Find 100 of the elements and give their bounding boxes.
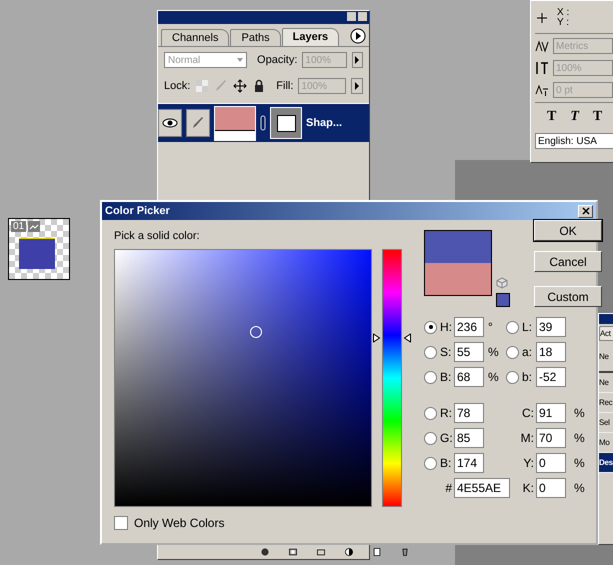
action-item[interactable]: Des [599, 453, 613, 473]
kerning-icon[interactable] [535, 39, 549, 53]
field-label: S: [440, 345, 452, 359]
image-icon [28, 221, 40, 232]
field-label: B: [440, 370, 452, 384]
opacity-arrow-button[interactable] [352, 52, 363, 68]
value-field[interactable]: 236 [454, 317, 484, 337]
radio-button[interactable] [506, 346, 519, 358]
field-label: Y: [523, 456, 535, 470]
brush-icon [191, 116, 205, 130]
color-field[interactable] [114, 249, 372, 507]
layer-thumbnail [214, 106, 256, 140]
type-style-button[interactable]: T [570, 109, 579, 125]
checkbox[interactable] [114, 516, 128, 530]
action-item[interactable]: Sel [599, 413, 613, 433]
folder-icon[interactable] [314, 547, 328, 557]
action-item[interactable]: Rec [599, 393, 613, 413]
unit-label: % [574, 406, 586, 420]
checkbox-label: Only Web Colors [134, 516, 224, 530]
document-thumbnail[interactable]: 01 [8, 218, 70, 280]
unit-label: % [488, 345, 500, 359]
slider-handle[interactable] [373, 333, 411, 342]
close-button[interactable] [578, 204, 593, 218]
field-label: B: [440, 456, 452, 470]
value-field[interactable]: 55 [454, 342, 484, 362]
brush-toggle[interactable] [186, 109, 210, 137]
close-icon [582, 207, 590, 215]
value-field[interactable]: 70 [536, 428, 566, 448]
dialog-title: Color Picker [105, 205, 170, 217]
y-label: Y : [557, 18, 570, 28]
thumbnail-number: 01 [11, 221, 26, 232]
prompt-label: Pick a solid color: [114, 230, 201, 242]
field-label: C: [522, 406, 535, 420]
value-field[interactable]: 85 [454, 428, 484, 448]
radio-button[interactable] [424, 320, 437, 334]
chain-link-icon [260, 115, 266, 131]
cube-icon[interactable] [496, 277, 508, 289]
field-label: L: [522, 320, 532, 334]
field-label: R: [440, 406, 452, 420]
play-arrow-icon [354, 56, 360, 64]
baseline-shift-icon[interactable] [535, 83, 549, 97]
color-cursor[interactable] [250, 326, 262, 338]
mask-thumbnail [270, 107, 302, 139]
panel-tab[interactable]: Layers [282, 28, 340, 46]
web-safe-swatch[interactable] [496, 293, 510, 307]
play-arrow-icon [354, 82, 360, 90]
panel-tab[interactable]: Channels [161, 29, 230, 46]
radio-button[interactable] [424, 346, 437, 358]
value-field[interactable]: 68 [454, 367, 484, 387]
hex-field[interactable]: 4E55AE [454, 478, 510, 498]
fill-label: Fill: [276, 80, 294, 92]
value-field[interactable]: 174 [454, 453, 484, 473]
radio-button[interactable] [506, 320, 519, 334]
crosshair-icon[interactable] [535, 11, 549, 25]
hex-label: # [445, 481, 453, 495]
x-label: X : [557, 8, 570, 18]
dialog-button[interactable]: OK [534, 220, 602, 241]
move-icon[interactable] [233, 79, 248, 93]
visibility-toggle[interactable] [158, 109, 182, 137]
value-field[interactable]: 18 [536, 342, 566, 362]
field-label: H: [440, 320, 452, 334]
shape-artwork [19, 238, 55, 269]
action-item[interactable]: Ne [599, 373, 613, 393]
vertical-scale-icon[interactable] [535, 61, 549, 75]
eye-icon [162, 118, 178, 128]
dialog-button[interactable]: Cancel [534, 251, 602, 272]
radio-button[interactable] [424, 456, 437, 470]
type-style-button[interactable]: T [592, 109, 602, 125]
type-style-button[interactable]: T [547, 109, 556, 125]
value-field[interactable]: -52 [536, 367, 566, 387]
radio-button[interactable] [424, 406, 437, 420]
layer-row[interactable]: Shap... [158, 103, 369, 142]
panel-tab[interactable]: Act [599, 326, 613, 341]
value-field[interactable]: 39 [536, 317, 566, 337]
unit-label: % [488, 370, 500, 384]
lock-label: Lock: [164, 80, 190, 92]
field-label: b: [522, 370, 532, 384]
unit-label: % [574, 431, 586, 445]
field-label: K: [522, 481, 535, 495]
opacity-label: Opacity: [257, 54, 298, 66]
unit-label: ° [488, 320, 494, 334]
panel-tab[interactable]: Paths [230, 29, 281, 46]
radio-button[interactable] [424, 432, 437, 444]
unit-label: % [574, 456, 586, 470]
unit-label: % [574, 481, 586, 495]
fill-arrow-button[interactable] [351, 78, 363, 94]
mask-icon[interactable] [286, 547, 300, 557]
field-label: G: [440, 431, 453, 445]
value-field[interactable]: 0 [536, 478, 566, 498]
dialog-button[interactable]: Custom [534, 286, 602, 307]
radio-button[interactable] [424, 370, 437, 384]
hue-slider[interactable] [373, 249, 411, 507]
language-dropdown[interactable]: English: USA [535, 133, 613, 149]
layer-name: Shap... [306, 117, 342, 129]
field-label: M: [520, 431, 535, 445]
radio-button[interactable] [506, 370, 519, 384]
adjustment-icon[interactable] [342, 547, 356, 557]
value-field[interactable]: 0 [536, 453, 566, 473]
value-field[interactable]: 78 [454, 403, 484, 423]
value-field[interactable]: 91 [536, 403, 566, 423]
